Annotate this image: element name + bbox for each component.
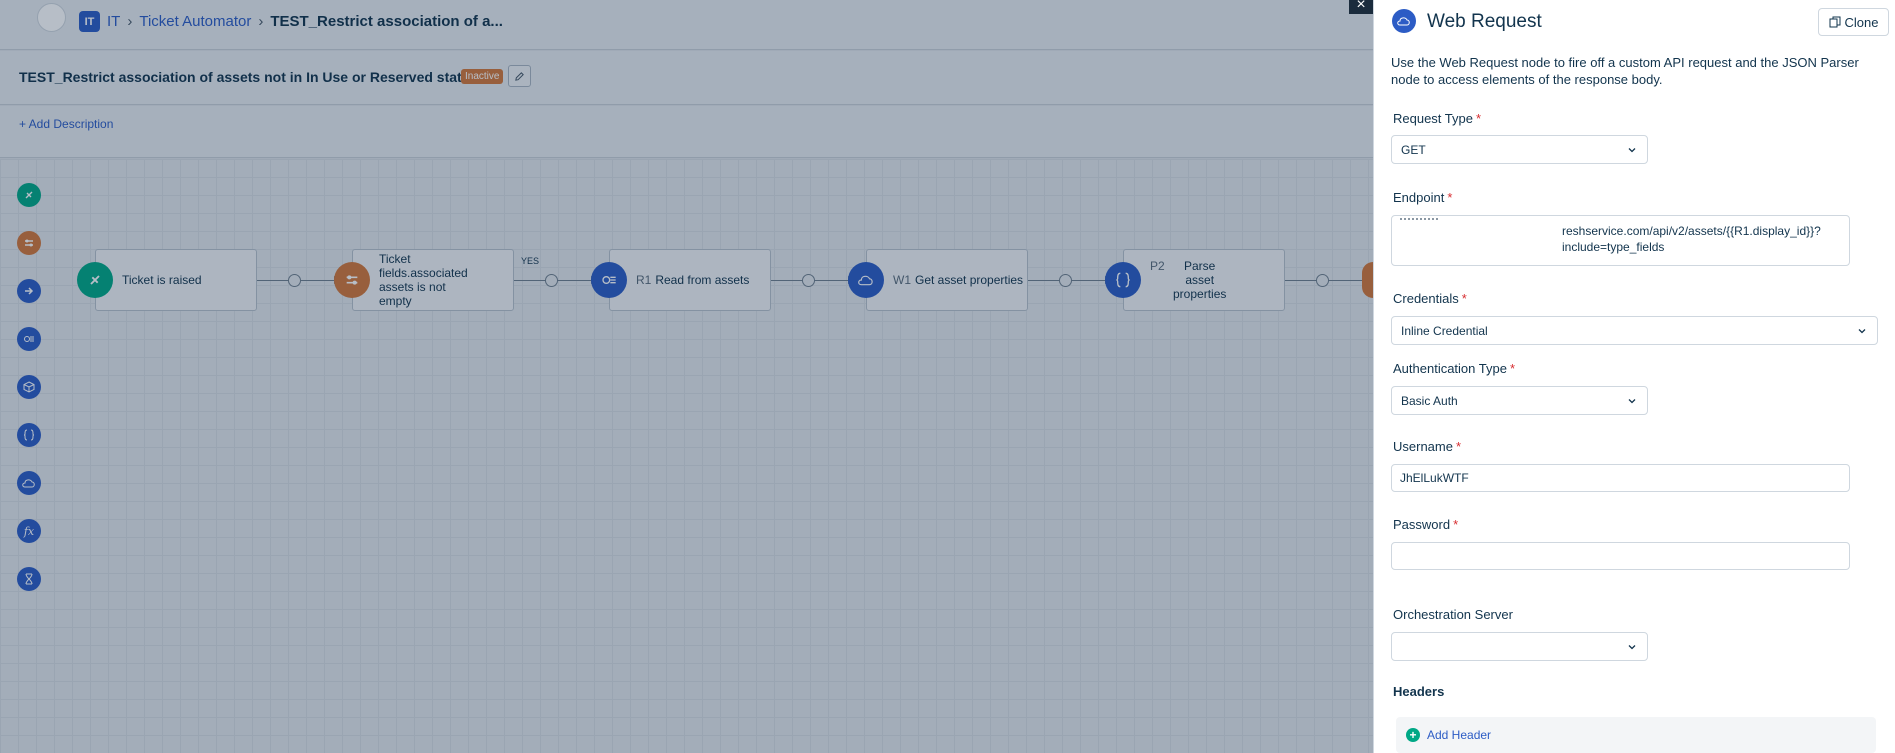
breadcrumb-current: TEST_Restrict association of a... bbox=[270, 13, 503, 30]
drawer-description: Use the Web Request node to fire off a c… bbox=[1391, 55, 1859, 87]
add-node-handle[interactable] bbox=[1316, 274, 1329, 287]
drawer-title: Web Request bbox=[1427, 11, 1542, 32]
username-field[interactable]: JhElLukWTF bbox=[1391, 464, 1850, 492]
endpoint-value: reshservice.com/api/v2/assets/{{R1.displ… bbox=[1562, 224, 1821, 254]
auth-type-value: Basic Auth bbox=[1401, 393, 1458, 408]
expression-icon[interactable]: fx bbox=[17, 519, 41, 543]
credentials-value: Inline Credential bbox=[1401, 323, 1488, 338]
workflow-node-web-request[interactable]: W1 Get asset properties bbox=[866, 249, 1028, 311]
pencil-icon bbox=[515, 71, 524, 81]
action-icon[interactable] bbox=[17, 279, 41, 303]
add-node-handle[interactable] bbox=[1059, 274, 1072, 287]
edit-title-button[interactable] bbox=[508, 65, 531, 87]
node-prefix: P2 bbox=[1150, 259, 1165, 273]
node-prefix: R1 bbox=[636, 273, 652, 287]
add-description-link[interactable]: + Add Description bbox=[19, 117, 113, 131]
username-label: Username * bbox=[1393, 439, 1462, 454]
condition-icon[interactable] bbox=[17, 231, 41, 255]
chevron-down-icon bbox=[1858, 329, 1866, 334]
workflow-node-read[interactable]: R1 Read from assets bbox=[609, 249, 771, 311]
top-bar: IT IT › Ticket Automator › TEST_Restrict… bbox=[0, 0, 1373, 50]
workflow-editor: IT IT › Ticket Automator › TEST_Restrict… bbox=[0, 0, 1373, 753]
endpoint-label: Endpoint * bbox=[1393, 190, 1453, 205]
json-parser-icon[interactable] bbox=[17, 423, 41, 447]
workflow-node-condition[interactable]: Ticket fields.associated assets is not e… bbox=[352, 249, 514, 311]
web-request-icon bbox=[848, 262, 884, 298]
request-type-value: GET bbox=[1401, 142, 1426, 157]
node-label: Get asset properties bbox=[915, 273, 1024, 287]
web-request-icon bbox=[1392, 9, 1416, 33]
add-node-handle[interactable] bbox=[802, 274, 815, 287]
page-title: TEST_Restrict association of assets not … bbox=[19, 69, 478, 85]
chevron-down-icon bbox=[1628, 645, 1636, 650]
headers-heading: Headers bbox=[1393, 684, 1445, 699]
request-type-select[interactable]: GET bbox=[1391, 135, 1648, 164]
add-node-handle[interactable] bbox=[288, 274, 301, 287]
copy-icon bbox=[1829, 16, 1841, 28]
close-drawer-button[interactable]: × bbox=[1349, 0, 1373, 14]
password-field[interactable] bbox=[1391, 542, 1850, 570]
web-request-icon[interactable] bbox=[17, 471, 41, 495]
node-prefix: W1 bbox=[893, 273, 911, 287]
drawer-header: Web Request Clone bbox=[1374, 0, 1895, 46]
request-type-label: Request Type * bbox=[1393, 111, 1482, 126]
breadcrumb-section[interactable]: Ticket Automator bbox=[139, 13, 251, 30]
orchestration-server-label: Orchestration Server bbox=[1393, 607, 1513, 622]
add-header-button[interactable]: + Add Header bbox=[1396, 717, 1876, 753]
masked-text bbox=[1400, 216, 1438, 220]
status-badge: Inactive bbox=[461, 69, 504, 84]
app-icon[interactable] bbox=[17, 375, 41, 399]
description-bar bbox=[0, 106, 1373, 158]
node-label: Ticket fields.associated assets is not e… bbox=[379, 252, 468, 308]
avatar[interactable] bbox=[37, 3, 66, 32]
json-parser-icon bbox=[1105, 262, 1141, 298]
branch-label: YES bbox=[521, 256, 540, 266]
workflow-node-event[interactable]: Ticket is raised bbox=[95, 249, 257, 311]
breadcrumb-workspace[interactable]: IT bbox=[107, 13, 120, 30]
credentials-select[interactable]: Inline Credential bbox=[1391, 316, 1878, 345]
web-request-drawer: Web Request Clone Use the Web Request no… bbox=[1373, 0, 1895, 753]
chevron-down-icon bbox=[1628, 399, 1636, 404]
breadcrumb: IT IT › Ticket Automator › TEST_Restrict… bbox=[79, 11, 503, 32]
node-label: Parse asset properties bbox=[1173, 259, 1227, 301]
credentials-label: Credentials * bbox=[1393, 291, 1467, 306]
auth-type-label: Authentication Type * bbox=[1393, 361, 1516, 376]
event-icon[interactable] bbox=[17, 183, 41, 207]
chevron-right-icon: › bbox=[258, 13, 264, 30]
add-header-label: Add Header bbox=[1427, 728, 1492, 742]
condition-icon bbox=[1362, 262, 1373, 298]
password-label: Password * bbox=[1393, 517, 1459, 532]
chevron-right-icon: › bbox=[127, 13, 133, 30]
clone-label: Clone bbox=[1844, 14, 1879, 30]
add-node-handle[interactable] bbox=[545, 274, 558, 287]
condition-icon bbox=[334, 262, 370, 298]
chevron-down-icon bbox=[1628, 148, 1636, 153]
endpoint-field[interactable]: reshservice.com/api/v2/assets/{{R1.displ… bbox=[1391, 215, 1850, 266]
node-palette: fx bbox=[0, 159, 58, 753]
auth-type-select[interactable]: Basic Auth bbox=[1391, 386, 1648, 415]
read-icon bbox=[591, 262, 627, 298]
plus-icon: + bbox=[1406, 728, 1420, 742]
node-label: Read from assets bbox=[655, 273, 750, 287]
username-value: JhElLukWTF bbox=[1400, 471, 1469, 485]
clone-button[interactable]: Clone bbox=[1818, 8, 1889, 36]
event-icon bbox=[77, 262, 113, 298]
workspace-badge: IT bbox=[79, 11, 100, 32]
workflow-node-json-parser[interactable]: P2 Parse asset properties bbox=[1123, 249, 1285, 311]
close-icon: × bbox=[1356, 0, 1366, 13]
title-bar: TEST_Restrict association of assets not … bbox=[0, 51, 1373, 105]
read-icon[interactable] bbox=[17, 327, 41, 351]
orchestration-server-select[interactable] bbox=[1391, 632, 1648, 661]
timer-icon[interactable] bbox=[17, 567, 41, 591]
